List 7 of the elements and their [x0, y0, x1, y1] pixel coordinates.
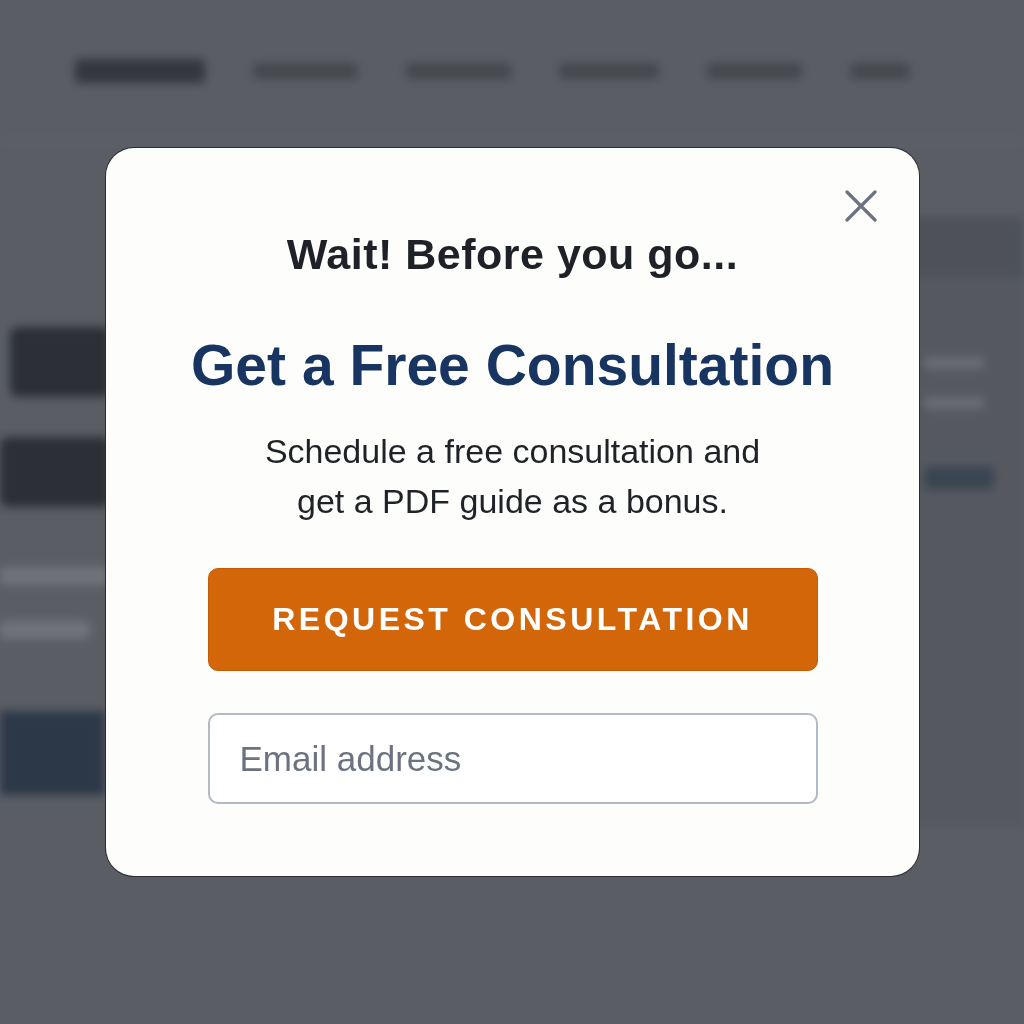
email-input[interactable]: Email address [207, 713, 818, 804]
request-consultation-button[interactable]: REQUEST CONSULTATION [207, 568, 818, 671]
modal-heading: Get a Free Consultation [191, 332, 834, 398]
close-button[interactable] [845, 190, 877, 222]
modal-title: Wait! Before you go... [286, 229, 739, 280]
modal-description: Schedule a free consultation and get a PDF guide as a bonus. [263, 431, 762, 522]
close-icon [845, 190, 877, 222]
